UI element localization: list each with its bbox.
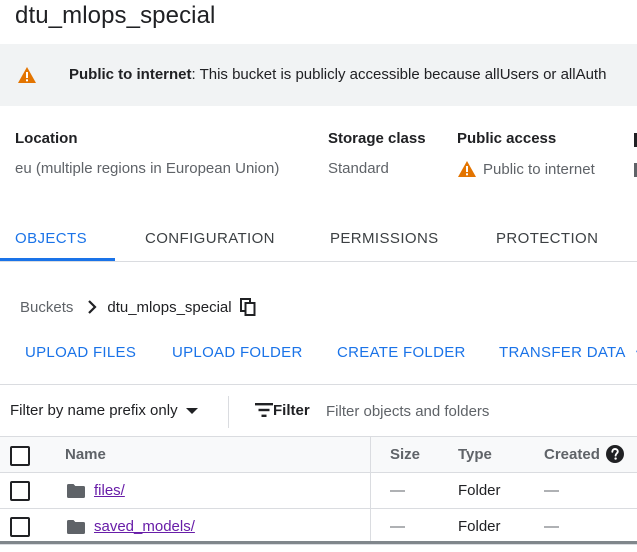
object-created: — (544, 518, 559, 535)
tab-permissions[interactable]: PERMISSIONS (330, 230, 439, 247)
meta-public-access-value-row: Public to internet (457, 160, 595, 178)
copy-icon[interactable] (239, 298, 256, 316)
meta-storage-class-label: Storage class (328, 130, 426, 147)
object-type: Folder (458, 518, 501, 535)
row-checkbox[interactable] (10, 517, 30, 537)
filter-prefix-select-value: Filter by name prefix only (10, 402, 178, 419)
meta-public-access: Public access Public to internet (457, 130, 595, 178)
object-created: — (544, 482, 559, 499)
object-size: — (390, 518, 405, 535)
filter-prefix-select[interactable]: Filter by name prefix only (10, 402, 198, 419)
table-row: files/ — Folder — (0, 473, 637, 509)
column-header-type[interactable]: Type (458, 446, 492, 463)
breadcrumb: Buckets dtu_mlops_special (20, 298, 256, 316)
meta-public-access-value: Public to internet (483, 160, 595, 178)
filter-divider (228, 396, 229, 428)
select-all-checkbox[interactable] (10, 446, 30, 466)
filter-objects-input[interactable] (326, 399, 626, 423)
filter-label: Filter (273, 402, 310, 419)
warning-icon (458, 161, 476, 177)
table-row: saved_models/ — Folder — (0, 509, 637, 545)
meta-storage-class-value: Standard (328, 160, 389, 177)
upload-files-button[interactable]: UPLOAD FILES (25, 344, 136, 361)
breadcrumb-buckets-link[interactable]: Buckets (20, 299, 73, 316)
tab-configuration[interactable]: CONFIGURATION (145, 230, 275, 247)
active-tab-indicator (0, 258, 115, 261)
filter-bar: Filter by name prefix only Filter (0, 384, 637, 436)
tab-objects[interactable]: OBJECTS (15, 230, 87, 247)
create-folder-button[interactable]: CREATE FOLDER (337, 344, 466, 361)
transfer-data-button[interactable]: TRANSFER DATA▼ (499, 344, 637, 361)
object-type: Folder (458, 482, 501, 499)
horizontal-scrollbar[interactable] (0, 541, 637, 544)
warning-strong: Public to internet (69, 66, 192, 83)
warning-detail: : This bucket is publicly accessible bec… (191, 66, 607, 83)
meta-public-access-label: Public access (457, 130, 557, 147)
object-actions-toolbar: UPLOAD FILES UPLOAD FOLDER CREATE FOLDER… (0, 344, 637, 368)
bucket-tabs: OBJECTS CONFIGURATION PERMISSIONS PROTEC… (0, 218, 637, 262)
tab-protection[interactable]: PROTECTION (496, 230, 598, 247)
column-divider (370, 473, 371, 508)
meta-location-value: eu (multiple regions in European Union) (15, 160, 280, 177)
object-name-link[interactable]: files/ (94, 482, 125, 499)
meta-location-label: Location (15, 130, 78, 147)
column-header-created[interactable]: Created (544, 446, 600, 463)
transfer-data-label: TRANSFER DATA (499, 344, 626, 361)
folder-icon (67, 520, 85, 534)
filter-icon (255, 403, 273, 417)
object-size: — (390, 482, 405, 499)
meta-storage-class: Storage class Standard (328, 130, 426, 177)
chevron-right-icon (88, 300, 97, 314)
meta-location: Location eu (multiple regions in Europea… (15, 130, 279, 177)
table-header-row: Name Size Type Created (0, 436, 637, 473)
object-name-link[interactable]: saved_models/ (94, 518, 195, 535)
upload-folder-button[interactable]: UPLOAD FOLDER (172, 344, 303, 361)
folder-icon (67, 484, 85, 498)
column-header-size[interactable]: Size (390, 446, 420, 463)
breadcrumb-current: dtu_mlops_special (107, 298, 232, 316)
help-icon[interactable] (606, 445, 624, 463)
column-header-name[interactable]: Name (65, 446, 106, 463)
warning-text: Public to internet: This bucket is publi… (69, 66, 606, 83)
column-divider (370, 437, 371, 472)
row-checkbox[interactable] (10, 481, 30, 501)
warning-icon (18, 67, 36, 83)
public-access-warning-banner: Public to internet: This bucket is publi… (0, 44, 637, 106)
bucket-title: dtu_mlops_special (15, 2, 216, 29)
objects-table: Name Size Type Created files/ — Folder —… (0, 436, 637, 545)
dropdown-arrow-icon (185, 407, 198, 414)
column-divider (370, 509, 371, 544)
